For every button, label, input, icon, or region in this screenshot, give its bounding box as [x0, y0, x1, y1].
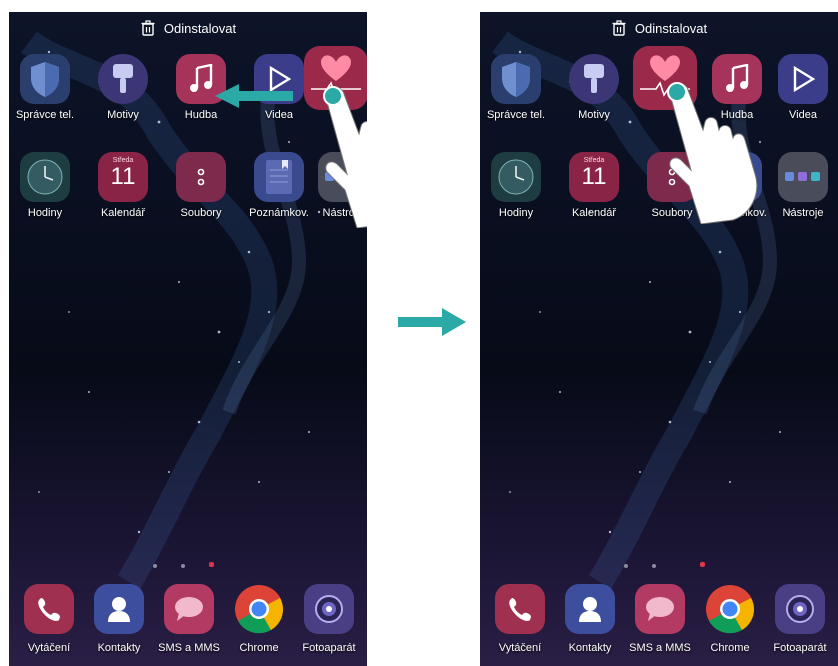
app-label: Hodiny: [498, 207, 534, 219]
page-dot[interactable]: [624, 564, 628, 568]
app-notes[interactable]: Poznámkov.: [244, 152, 314, 237]
uninstall-bar[interactable]: Odinstalovat: [480, 20, 838, 36]
transition-arrow-icon: [398, 308, 466, 336]
notepad-icon: [254, 152, 304, 202]
page-indicator: [480, 562, 838, 572]
app-dialer[interactable]: Vytáčení: [485, 584, 555, 666]
app-messages[interactable]: SMS a MMS: [154, 584, 224, 666]
app-phone-manager[interactable]: Správce tel.: [481, 54, 551, 139]
calendar-icon: Středa 11: [98, 152, 148, 202]
app-themes[interactable]: Motivy: [88, 54, 158, 139]
camera-icon: [775, 584, 825, 634]
app-calendar[interactable]: Středa 11 Kalendář: [88, 152, 158, 237]
clock-icon: [20, 152, 70, 202]
app-label: Fotoaparát: [773, 642, 827, 654]
app-label: Hudba: [184, 109, 218, 121]
message-bubble-icon: [635, 584, 685, 634]
paint-brush-icon: [569, 54, 619, 104]
page-dot-active[interactable]: [700, 562, 705, 567]
folder-tools[interactable]: Nástroje: [768, 152, 838, 237]
folder-icon: [778, 152, 828, 202]
chrome-icon: [234, 584, 284, 634]
camera-icon: [304, 584, 354, 634]
contact-icon: [565, 584, 615, 634]
phone-icon: [495, 584, 545, 634]
hand-pointer-icon: [667, 82, 758, 224]
play-icon: [778, 54, 828, 104]
app-files[interactable]: Soubory: [166, 152, 236, 237]
app-chrome[interactable]: Chrome: [695, 584, 765, 666]
calendar-day-number: 11: [110, 163, 136, 190]
app-camera[interactable]: Fotoaparát: [294, 584, 364, 666]
app-clock[interactable]: Hodiny: [10, 152, 80, 237]
folder-icon: [176, 152, 226, 202]
app-calendar[interactable]: Středa 11 Kalendář: [559, 152, 629, 237]
contact-icon: [94, 584, 144, 634]
uninstall-label: Odinstalovat: [634, 20, 708, 36]
app-label: Správce tel.: [15, 109, 75, 121]
phone-icon: [24, 584, 74, 634]
app-clock[interactable]: Hodiny: [481, 152, 551, 237]
home-screen-before: Odinstalovat Správce tel. Motivy Hudba V…: [9, 12, 367, 666]
calendar-icon: Středa 11: [569, 152, 619, 202]
page-dot[interactable]: [153, 564, 157, 568]
app-videos[interactable]: Videa: [768, 54, 838, 139]
page-indicator: [9, 562, 367, 572]
app-label: Kalendář: [100, 207, 146, 219]
hand-pointer-icon: [323, 86, 367, 228]
shield-icon: [20, 54, 70, 104]
home-screen-after: Odinstalovat Správce tel. Motivy Hudba V…: [480, 12, 838, 666]
app-label: Soubory: [180, 207, 222, 219]
app-label: Motivy: [578, 109, 610, 121]
app-label: Hodiny: [27, 207, 63, 219]
app-label: Správce tel.: [486, 109, 546, 121]
app-label: Fotoaparát: [302, 642, 356, 654]
app-contacts[interactable]: Kontakty: [555, 584, 625, 666]
app-themes[interactable]: Motivy: [559, 54, 629, 139]
app-label: Motivy: [107, 109, 139, 121]
uninstall-bar[interactable]: Odinstalovat: [9, 20, 367, 36]
trash-icon: [141, 20, 155, 36]
app-label: Kalendář: [571, 207, 617, 219]
trash-icon: [612, 20, 626, 36]
page-dot-active[interactable]: [209, 562, 214, 567]
page-dot[interactable]: [652, 564, 656, 568]
app-dialer[interactable]: Vytáčení: [14, 584, 84, 666]
uninstall-label: Odinstalovat: [163, 20, 237, 36]
app-chrome[interactable]: Chrome: [224, 584, 294, 666]
app-messages[interactable]: SMS a MMS: [625, 584, 695, 666]
shield-icon: [491, 54, 541, 104]
drag-arrow-icon: [215, 84, 293, 108]
app-contacts[interactable]: Kontakty: [84, 584, 154, 666]
page-dot[interactable]: [181, 564, 185, 568]
app-camera[interactable]: Fotoaparát: [765, 584, 835, 666]
paint-brush-icon: [98, 54, 148, 104]
clock-icon: [491, 152, 541, 202]
message-bubble-icon: [164, 584, 214, 634]
app-phone-manager[interactable]: Správce tel.: [10, 54, 80, 139]
chrome-icon: [705, 584, 755, 634]
calendar-day-number: 11: [581, 163, 607, 190]
